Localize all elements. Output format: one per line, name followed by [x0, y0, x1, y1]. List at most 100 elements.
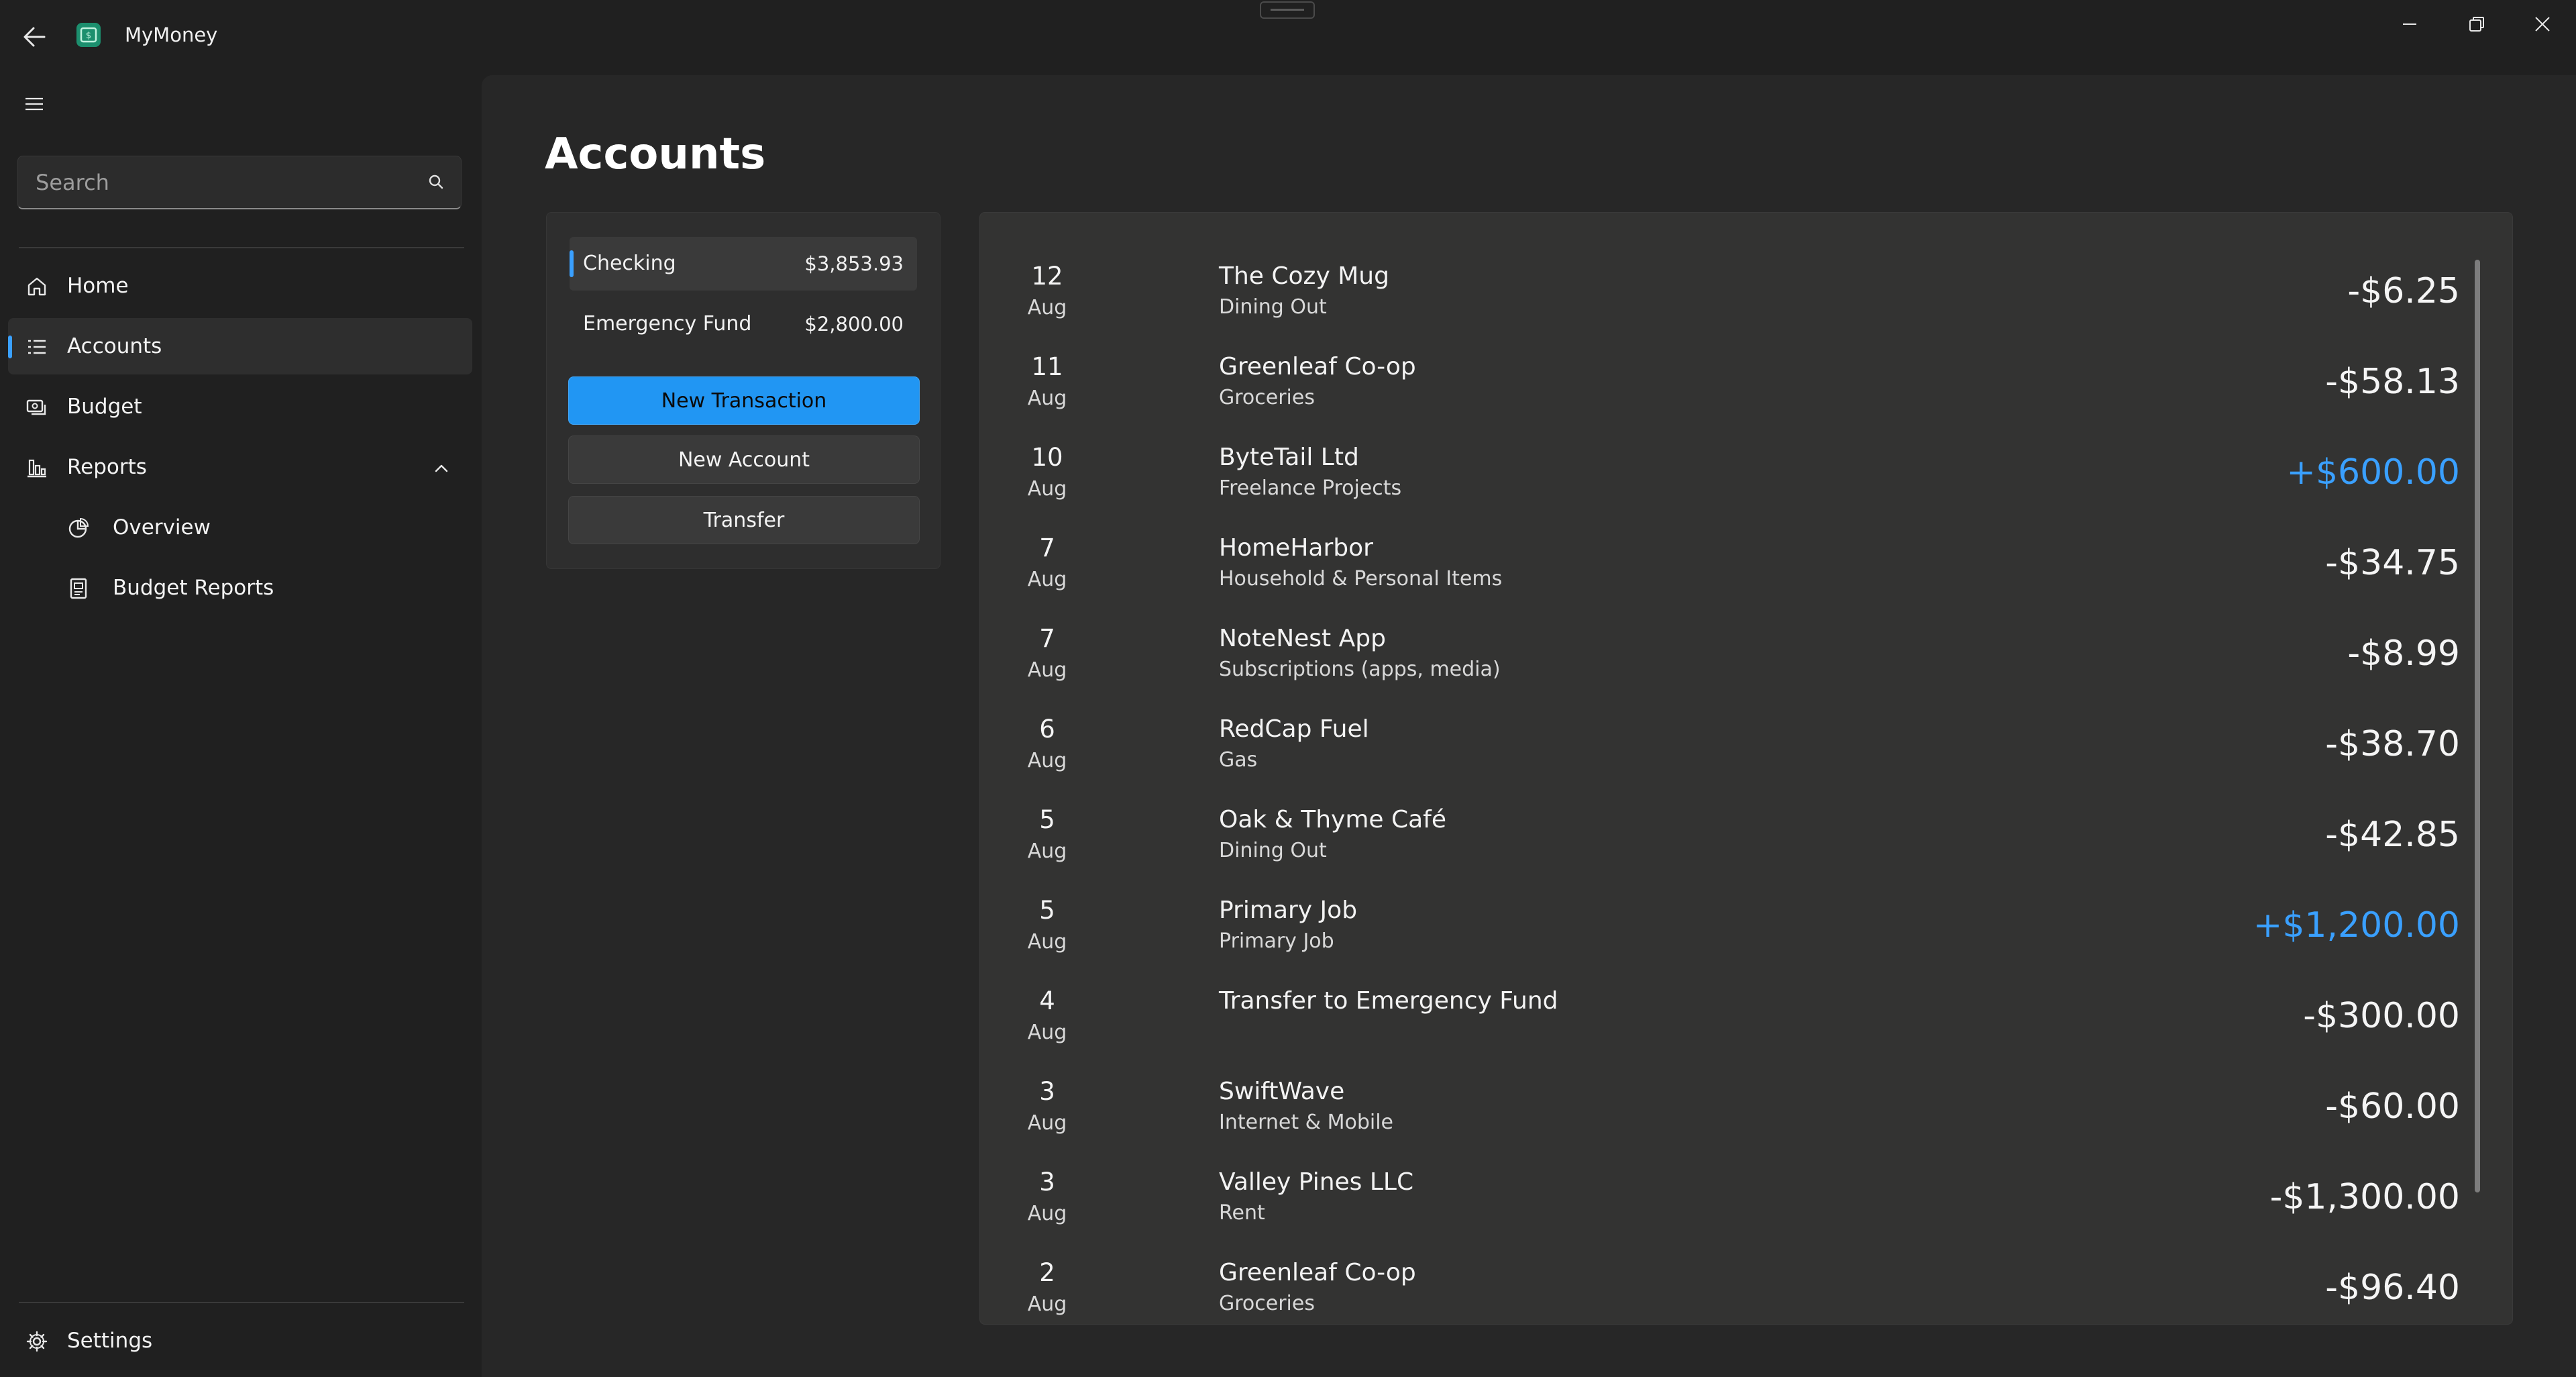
search-icon[interactable] [426, 172, 446, 193]
transaction-day: 5 [1039, 896, 1055, 925]
report-icon [70, 578, 87, 599]
transaction-month: Aug [1027, 1202, 1067, 1225]
restore-icon [2469, 17, 2484, 32]
search-input[interactable]: Search [17, 156, 462, 209]
transaction-month: Aug [1027, 749, 1067, 772]
transaction-amount: -$6.25 [2347, 271, 2460, 311]
close-button[interactable] [2509, 7, 2576, 42]
account-name: Emergency Fund [583, 312, 752, 336]
transaction-payee: SwiftWave [1219, 1078, 1345, 1105]
nav-label-home: Home [67, 274, 129, 298]
transaction-row[interactable]: 11 Aug Greenleaf Co-op Groceries -$58.13 [980, 330, 2512, 421]
transaction-month: Aug [1027, 568, 1067, 591]
app-logo-icon: $ [75, 21, 102, 48]
nav-divider [19, 247, 464, 248]
transaction-row[interactable]: 4 Aug Transfer to Emergency Fund -$300.0… [980, 964, 2512, 1055]
account-balance: $3,853.93 [804, 252, 904, 275]
transaction-category: Dining Out [1219, 295, 1327, 319]
hamburger-menu-button[interactable] [16, 89, 52, 119]
account-name: Checking [583, 252, 676, 275]
list-icon [28, 340, 46, 354]
nav-item-home[interactable]: Home [8, 258, 472, 314]
transaction-row[interactable]: 7 Aug HomeHarbor Household & Personal It… [980, 511, 2512, 602]
pie-chart-icon [68, 517, 89, 538]
transaction-month: Aug [1027, 839, 1067, 863]
account-item-emergency-fund[interactable]: Emergency Fund $2,800.00 [570, 297, 917, 351]
transaction-month: Aug [1027, 658, 1067, 682]
transaction-month: Aug [1027, 296, 1067, 319]
transaction-row[interactable]: 12 Aug The Cozy Mug Dining Out -$6.25 [980, 240, 2512, 330]
transaction-amount: -$60.00 [2325, 1086, 2460, 1127]
transaction-amount: -$58.13 [2325, 362, 2460, 402]
transaction-row[interactable]: 5 Aug Primary Job Primary Job +$1,200.00 [980, 874, 2512, 964]
nav-item-accounts[interactable]: Accounts [8, 318, 472, 374]
transaction-row[interactable]: 2 Aug Greenleaf Co-op Groceries -$96.40 [980, 1236, 2512, 1324]
transaction-month: Aug [1027, 477, 1067, 501]
transaction-payee: Oak & Thyme Café [1219, 806, 1446, 833]
transactions-list: 12 Aug The Cozy Mug Dining Out -$6.25 11… [979, 212, 2513, 1325]
nav-item-settings[interactable]: Settings [8, 1313, 472, 1369]
transaction-row[interactable]: 7 Aug NoteNest App Subscriptions (apps, … [980, 602, 2512, 693]
new-transaction-button[interactable]: New Transaction [568, 376, 920, 425]
drag-handle[interactable] [1260, 1, 1315, 19]
transaction-row[interactable]: 3 Aug SwiftWave Internet & Mobile -$60.0… [980, 1055, 2512, 1145]
transaction-row[interactable]: 5 Aug Oak & Thyme Café Dining Out -$42.8… [980, 783, 2512, 874]
transaction-day: 3 [1039, 1168, 1055, 1196]
chevron-up-icon[interactable] [432, 459, 451, 478]
search-placeholder: Search [36, 170, 109, 195]
transaction-category: Household & Personal Items [1219, 567, 1503, 591]
transaction-payee: Primary Job [1219, 897, 1358, 924]
minimize-button[interactable] [2376, 7, 2443, 42]
hamburger-icon [25, 97, 43, 111]
transaction-month: Aug [1027, 1292, 1067, 1316]
transaction-payee: Greenleaf Co-op [1219, 353, 1416, 380]
transaction-category: Subscriptions (apps, media) [1219, 658, 1501, 681]
nav-label-budget-reports: Budget Reports [113, 576, 274, 600]
transaction-month: Aug [1027, 930, 1067, 954]
transaction-day: 7 [1039, 533, 1055, 562]
scrollbar[interactable] [2475, 260, 2480, 1192]
back-arrow-icon [23, 27, 46, 47]
nav-item-budget[interactable]: Budget [8, 378, 472, 435]
nav-item-budget-reports[interactable]: Budget Reports [8, 560, 472, 616]
transaction-day: 10 [1031, 443, 1063, 472]
transaction-category: Groceries [1219, 386, 1315, 409]
settings-divider [19, 1302, 464, 1303]
transaction-row[interactable]: 3 Aug Valley Pines LLC Rent -$1,300.00 [980, 1145, 2512, 1236]
nav-item-overview[interactable]: Overview [8, 499, 472, 556]
transaction-day: 4 [1039, 986, 1055, 1015]
transaction-amount: -$96.40 [2325, 1268, 2460, 1308]
transaction-row[interactable]: 6 Aug RedCap Fuel Gas -$38.70 [980, 693, 2512, 783]
transaction-payee: The Cozy Mug [1219, 262, 1389, 290]
transaction-day: 3 [1039, 1077, 1055, 1106]
maximize-button[interactable] [2443, 7, 2510, 42]
selection-indicator [8, 336, 12, 358]
home-icon [28, 277, 46, 296]
budget-icon [26, 399, 46, 415]
back-button[interactable] [16, 20, 52, 54]
accounts-card: Checking $3,853.93 Emergency Fund $2,800… [546, 212, 941, 569]
transaction-day: 5 [1039, 805, 1055, 834]
new-account-button[interactable]: New Account [568, 436, 920, 484]
transaction-category: Primary Job [1219, 929, 1334, 953]
nav-item-reports[interactable]: Reports [8, 439, 472, 495]
transaction-category: Gas [1219, 748, 1258, 772]
transaction-row[interactable]: 10 Aug ByteTail Ltd Freelance Projects +… [980, 421, 2512, 511]
app-title: MyMoney [125, 23, 218, 46]
transaction-payee: Transfer to Emergency Fund [1219, 987, 1558, 1015]
account-balance: $2,800.00 [804, 313, 904, 336]
transaction-payee: Valley Pines LLC [1219, 1168, 1414, 1196]
transaction-day: 12 [1031, 262, 1063, 291]
transaction-amount: -$8.99 [2347, 633, 2460, 674]
svg-text:$: $ [86, 31, 91, 41]
transaction-month: Aug [1027, 387, 1067, 410]
account-item-checking[interactable]: Checking $3,853.93 [570, 237, 917, 291]
nav-label-overview: Overview [113, 515, 211, 540]
nav-label-settings: Settings [67, 1329, 153, 1353]
transfer-button[interactable]: Transfer [568, 496, 920, 544]
title-bar: $ MyMoney [0, 0, 2576, 74]
transaction-amount: -$300.00 [2303, 996, 2460, 1036]
selection-indicator [570, 250, 574, 277]
transaction-payee: NoteNest App [1219, 625, 1386, 652]
transaction-category: Dining Out [1219, 839, 1327, 862]
